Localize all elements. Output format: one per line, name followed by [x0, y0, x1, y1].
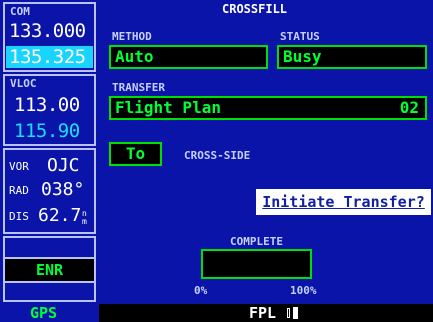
com-label: COM [10, 5, 30, 18]
page-group-label: FPL [249, 304, 277, 322]
method-field[interactable]: Auto [109, 45, 268, 69]
dis-unit: nm [82, 209, 87, 226]
progress-min-label: 0% [194, 284, 208, 297]
status-field: Busy [277, 45, 427, 69]
vor-info-box: VOR OJC RAD 038° DIS 62.7 nm [3, 148, 96, 234]
gns-screen: COM 133.000 135.325 VLOC 113.00 115.90 V… [0, 0, 433, 322]
com-standby-frequency[interactable]: 135.325 [6, 46, 93, 68]
com-box: COM 133.000 135.325 [3, 2, 96, 72]
gps-mode-label: GPS [30, 304, 58, 322]
rad-label: RAD [9, 184, 29, 197]
complete-label: COMPLETE [230, 235, 283, 248]
page-indicator-icon [287, 307, 301, 319]
transfer-field[interactable]: Flight Plan 02 [109, 96, 427, 120]
status-label: STATUS [280, 30, 320, 43]
cdi-mode-box: ENR [3, 236, 96, 302]
page-title: CROSSFILL [222, 2, 288, 16]
method-label: METHOD [112, 30, 152, 43]
direction-field[interactable]: To [109, 142, 162, 166]
cross-side-label: CROSS-SIDE [184, 149, 251, 162]
progress-max-label: 100% [290, 284, 317, 297]
cdi-divider-lower [5, 281, 94, 283]
mode-indicator: ENR [35, 261, 64, 279]
transfer-number: 02 [399, 98, 419, 117]
vloc-standby-frequency[interactable]: 115.90 [14, 120, 80, 142]
dis-value: 62.7 [38, 205, 82, 226]
vloc-box: VLOC 113.00 115.90 [3, 74, 96, 146]
initiate-transfer-button[interactable]: Initiate Transfer? [256, 189, 431, 215]
dis-label: DIS [9, 210, 29, 223]
com-active-frequency[interactable]: 133.000 [9, 20, 86, 42]
transfer-value: Flight Plan [115, 98, 221, 117]
transfer-label: TRANSFER [112, 81, 165, 94]
vloc-label: VLOC [10, 77, 37, 90]
radio-column: COM 133.000 135.325 VLOC 113.00 115.90 V… [0, 0, 99, 322]
progress-bar [201, 249, 312, 279]
vor-ident: OJC [47, 155, 80, 176]
vor-label: VOR [9, 160, 29, 173]
rad-value: 038° [41, 179, 85, 200]
vloc-active-frequency[interactable]: 113.00 [14, 94, 80, 116]
